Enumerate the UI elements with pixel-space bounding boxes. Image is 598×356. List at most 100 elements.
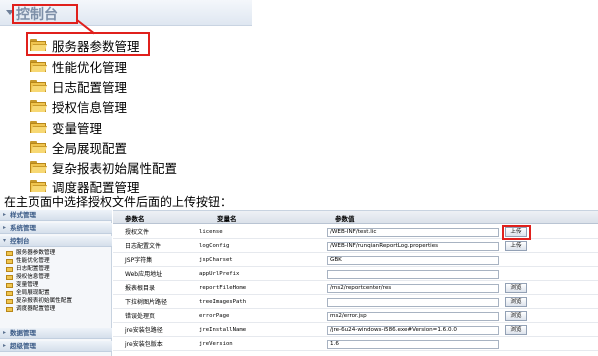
column-header-value: 参数值 (335, 215, 355, 223)
param-name: 下拉树图片路径 (125, 299, 168, 306)
browse-button[interactable]: 浏览 (505, 283, 527, 293)
tree-item-global-display[interactable]: 全局展现配置 (30, 136, 127, 158)
table-header: 参数名 变量名 参数值 (113, 211, 598, 224)
folder-icon (6, 282, 13, 288)
header-highlight-box (12, 4, 78, 24)
tree-item-variables[interactable]: 变量管理 (30, 116, 102, 138)
tree-item-label: 日志配置管理 (52, 79, 128, 95)
column-header-name: 参数名 (125, 215, 145, 223)
sidebar-item-scheduler[interactable]: 调度器配置管理 (6, 305, 55, 313)
param-variable: errorPage (199, 313, 230, 319)
param-value-field[interactable]: /WEB-INF/runqianReportLog.properties (327, 242, 499, 251)
sidebar-item-label: 变量管理 (16, 282, 39, 288)
param-name: JSP字符集 (125, 257, 153, 264)
sidebar-section-system[interactable]: 系统管理 (0, 223, 112, 234)
sidebar-item-label: 授权信息管理 (16, 274, 50, 280)
main-page-screenshot: 样式管理 系统管理 控制台 服务器参数管理 性能优化管理 日志配置管理 授权信息… (0, 210, 598, 356)
folder-icon (30, 60, 47, 72)
sidebar-item-log-config[interactable]: 日志配置管理 (6, 265, 50, 273)
sidebar-item-performance[interactable]: 性能优化管理 (6, 257, 50, 265)
sidebar-item-label: 日志配置管理 (16, 266, 50, 272)
param-name: Web应用地址 (125, 271, 163, 278)
table-row: 报表根目录 reportFileHome /ms2/reportcenter/r… (113, 283, 598, 295)
tree-item-license[interactable]: 授权信息管理 (30, 95, 127, 117)
folder-icon (30, 141, 47, 153)
param-name: 报表根目录 (125, 285, 156, 292)
param-value-field[interactable]: /WEB-INF/test.lic (327, 228, 499, 237)
folder-icon (6, 258, 13, 264)
sidebar-item-complex-report[interactable]: 复杂报表初始属性配置 (6, 297, 72, 305)
sidebar-item-label: 调度器配置管理 (16, 306, 56, 312)
table-row: 下拉树图片路径 treeImagesPath 浏览 (113, 297, 598, 309)
param-value-field[interactable]: /ms2/reportcenter/res (327, 284, 499, 293)
sidebar-item-server-params[interactable]: 服务器参数管理 (6, 249, 55, 257)
folder-icon (6, 266, 13, 272)
param-value-field[interactable] (327, 298, 499, 307)
param-variable: reportFileHome (199, 285, 247, 291)
folder-icon (30, 121, 47, 133)
param-name: 日志配置文件 (125, 243, 162, 250)
tree-item-label: 服务器参数管理 (52, 38, 140, 54)
param-value-field[interactable] (327, 270, 499, 279)
sidebar-item-license[interactable]: 授权信息管理 (6, 273, 50, 281)
folder-icon (6, 298, 13, 304)
sidebar-item-variables[interactable]: 变量管理 (6, 281, 38, 289)
folder-icon (30, 161, 47, 173)
sidebar-section-style[interactable]: 样式管理 (0, 210, 112, 221)
tree-item-label: 复杂报表初始属性配置 (52, 160, 178, 176)
table-row: jre安装包路径 jreInstallName /jre-6u24-window… (113, 325, 598, 337)
param-variable: appUrlPrefix (199, 271, 240, 277)
folder-icon (6, 250, 13, 256)
table-row: 日志配置文件 logConfig /WEB-INF/runqianReportL… (113, 241, 598, 253)
param-variable: jreVersion (199, 341, 233, 347)
sidebar-item-label: 性能优化管理 (16, 258, 50, 264)
instruction-caption: 在主页面中选择授权文件后面的上传按钮： (4, 195, 233, 209)
param-name: 错误处理页 (125, 313, 156, 320)
folder-icon (6, 306, 13, 312)
folder-icon (30, 39, 47, 51)
tree-item-label: 性能优化管理 (52, 59, 128, 75)
param-name: jre安装包版本 (125, 341, 163, 348)
sidebar-section-advanced[interactable]: 超级管理 (0, 341, 112, 352)
param-variable: logConfig (199, 243, 230, 249)
upload-button[interactable]: 上传 (505, 241, 527, 251)
browse-button[interactable]: 浏览 (505, 325, 527, 335)
param-variable: license (199, 229, 223, 235)
browse-button[interactable]: 浏览 (505, 297, 527, 307)
browse-button[interactable]: 浏览 (505, 311, 527, 321)
table-row: Web应用地址 appUrlPrefix (113, 269, 598, 281)
sidebar-item-label: 全局展现配置 (16, 290, 50, 296)
table-row: JSP字符集 jspCharset GBK (113, 255, 598, 267)
sidebar-section-console[interactable]: 控制台 (0, 236, 112, 247)
param-variable: jspCharset (199, 257, 233, 263)
upload-highlight-box (502, 225, 531, 240)
folder-icon (6, 274, 13, 280)
param-value-field[interactable]: /jre-6u24-windows-i586.exe#Version=1.6.0… (327, 326, 499, 335)
tree-item-server-params[interactable]: 服务器参数管理 (30, 34, 140, 56)
param-variable: jreInstallName (199, 327, 247, 333)
tree-item-label: 全局展现配置 (52, 140, 128, 156)
folder-icon (6, 290, 13, 296)
param-value-field[interactable]: GBK (327, 256, 499, 265)
sidebar: 样式管理 系统管理 控制台 服务器参数管理 性能优化管理 日志配置管理 授权信息… (0, 210, 112, 356)
params-table: 参数名 变量名 参数值 授权文件 license /WEB-INF/test.l… (113, 210, 598, 356)
sidebar-item-label: 复杂报表初始属性配置 (16, 298, 72, 304)
param-name: 授权文件 (125, 229, 150, 236)
tree-item-label: 变量管理 (52, 120, 103, 136)
param-value-field[interactable]: 1.6 (327, 340, 499, 349)
table-row: jre安装包版本 jreVersion 1.6 (113, 339, 598, 351)
control-panel-tree: 控制台 服务器参数管理 性能优化管理 日志配置管理 授权信息管理 变量管理 全局… (0, 0, 252, 195)
tree-item-performance[interactable]: 性能优化管理 (30, 55, 127, 77)
tree-item-label: 授权信息管理 (52, 99, 128, 115)
folder-icon (30, 100, 47, 112)
tree-item-log-config[interactable]: 日志配置管理 (30, 75, 127, 97)
param-value-field[interactable]: ms2/error.jsp (327, 312, 499, 321)
table-row: 错误处理页 errorPage ms2/error.jsp 浏览 (113, 311, 598, 323)
param-variable: treeImagesPath (199, 299, 247, 305)
sidebar-section-data[interactable]: 数据管理 (0, 328, 112, 339)
folder-icon (30, 180, 47, 192)
sidebar-item-label: 服务器参数管理 (16, 250, 56, 256)
folder-icon (30, 80, 47, 92)
param-name: jre安装包路径 (125, 327, 163, 334)
sidebar-item-global-display[interactable]: 全局展现配置 (6, 289, 50, 297)
